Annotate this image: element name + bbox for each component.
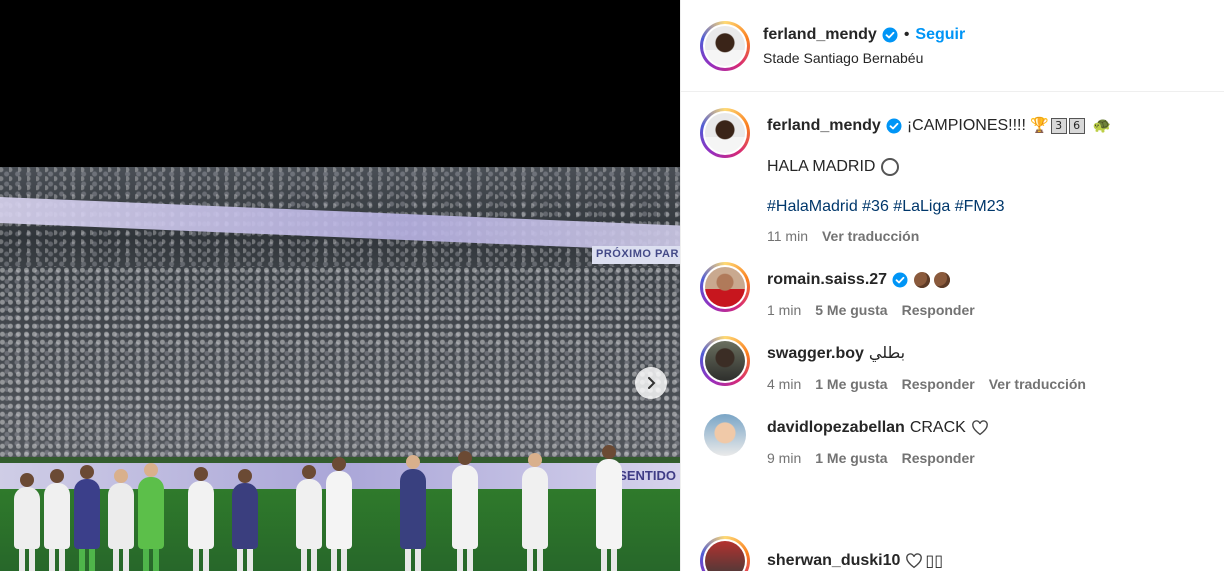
avatar[interactable] — [705, 113, 745, 153]
reply-button[interactable]: Responder — [902, 450, 975, 466]
caption-username[interactable]: ferland_mendy — [767, 116, 881, 136]
post-media[interactable]: PRÓXIMO PAR DE SENTIDO — [0, 0, 680, 571]
player-figure — [188, 467, 214, 571]
stadium-crowd-lower — [0, 267, 680, 457]
story-ring[interactable] — [700, 108, 750, 158]
caption-time[interactable]: 11 min — [767, 228, 808, 244]
reply-button[interactable]: Responder — [902, 376, 975, 392]
verified-badge-icon — [886, 118, 902, 134]
author-username[interactable]: ferland_mendy — [763, 26, 877, 44]
comment-username[interactable]: swagger.boy — [767, 344, 864, 364]
post-location[interactable]: Stade Santiago Bernabéu — [763, 50, 965, 66]
comment-username[interactable]: davidlopezabellan — [767, 418, 905, 438]
player-figure — [232, 469, 258, 571]
comment-time[interactable]: 1 min — [767, 302, 801, 318]
story-ring[interactable] — [700, 536, 750, 571]
comment-likes[interactable]: 1 Me gusta — [815, 450, 887, 466]
avatar[interactable] — [705, 267, 745, 307]
player-figure — [74, 465, 100, 571]
comment-time[interactable]: 4 min — [767, 376, 801, 392]
player-figure — [44, 469, 70, 571]
turtle-icon: 🐢 — [1092, 117, 1112, 134]
caption-text: ¡CAMPIONES!!!! — [906, 117, 1026, 134]
player-figure — [596, 445, 622, 571]
avatar[interactable] — [705, 25, 745, 66]
player-figure — [296, 465, 322, 571]
player-figure — [108, 469, 134, 571]
stadium-board-text: PRÓXIMO PAR — [592, 246, 680, 264]
post-photo: PRÓXIMO PAR DE SENTIDO — [0, 167, 680, 571]
keycap-six: 6 — [1068, 118, 1085, 134]
comment-text: بطلي — [868, 345, 906, 362]
see-translation-button[interactable]: Ver traducción — [989, 376, 1086, 392]
player-figure — [14, 473, 40, 571]
avatar-container[interactable] — [700, 410, 750, 460]
post-sidebar: ferland_mendy • Seguir Stade Santiago Be… — [680, 0, 1224, 571]
keycap-three: 3 — [1050, 118, 1067, 134]
caption-hashtags[interactable]: #HalaMadrid #36 #LaLiga #FM23 — [767, 198, 1111, 216]
comment-likes[interactable]: 5 Me gusta — [815, 302, 887, 318]
circle-icon — [881, 158, 900, 176]
story-ring[interactable] — [700, 20, 750, 71]
player-figure — [138, 463, 164, 571]
player-figure — [326, 457, 352, 571]
story-ring[interactable] — [700, 262, 750, 312]
reply-button[interactable]: Responder — [902, 302, 975, 318]
trophy-icon: 🏆 — [1029, 117, 1049, 134]
follow-button[interactable]: Seguir — [915, 26, 965, 44]
clapping-hands-icon — [934, 272, 951, 288]
comment-item: swagger.boy بطلي 4 min 1 Me gusta Respon… — [681, 336, 1224, 392]
comments-list: ferland_mendy ¡CAMPIONES!!!! 🏆 3 6 🐢 HAL… — [681, 92, 1224, 466]
heart-outline-icon — [906, 553, 923, 569]
player-figure — [452, 451, 478, 571]
avatar[interactable] — [705, 541, 745, 571]
instagram-post-view: PRÓXIMO PAR DE SENTIDO ferland_mendy • S… — [0, 0, 1224, 571]
caption-comment: ferland_mendy ¡CAMPIONES!!!! 🏆 3 6 🐢 HAL… — [681, 108, 1224, 244]
caption-line-2: HALA MADRID — [767, 158, 876, 175]
comment-likes[interactable]: 1 Me gusta — [815, 376, 887, 392]
player-figure — [400, 455, 426, 571]
player-figure — [522, 453, 548, 571]
comment-username[interactable]: sherwan_duski10 — [767, 552, 900, 570]
chevron-right-icon — [648, 377, 656, 389]
clapping-hands-icon — [914, 272, 931, 288]
comment-time[interactable]: 9 min — [767, 450, 801, 466]
story-ring[interactable] — [700, 336, 750, 386]
comment-item: davidlopezabellan CRACK 9 min 1 Me gusta… — [681, 410, 1224, 466]
avatar[interactable] — [704, 414, 746, 456]
verified-badge-icon — [882, 27, 898, 42]
carousel-next-button[interactable] — [635, 367, 667, 399]
heart-outline-icon — [971, 420, 988, 436]
verified-badge-icon — [892, 272, 908, 288]
comment-text: ▯▯ — [925, 553, 944, 570]
comment-text: CRACK — [909, 419, 966, 436]
avatar[interactable] — [705, 341, 745, 381]
comment-username[interactable]: romain.saiss.27 — [767, 270, 887, 290]
see-translation-button[interactable]: Ver traducción — [822, 228, 919, 244]
post-header: ferland_mendy • Seguir Stade Santiago Be… — [681, 0, 1224, 92]
separator-dot: • — [903, 25, 910, 43]
comment-item: romain.saiss.27 1 min 5 Me gusta Respond… — [681, 262, 1224, 318]
comment-item: sherwan_duski10 ▯▯ — [700, 536, 943, 571]
